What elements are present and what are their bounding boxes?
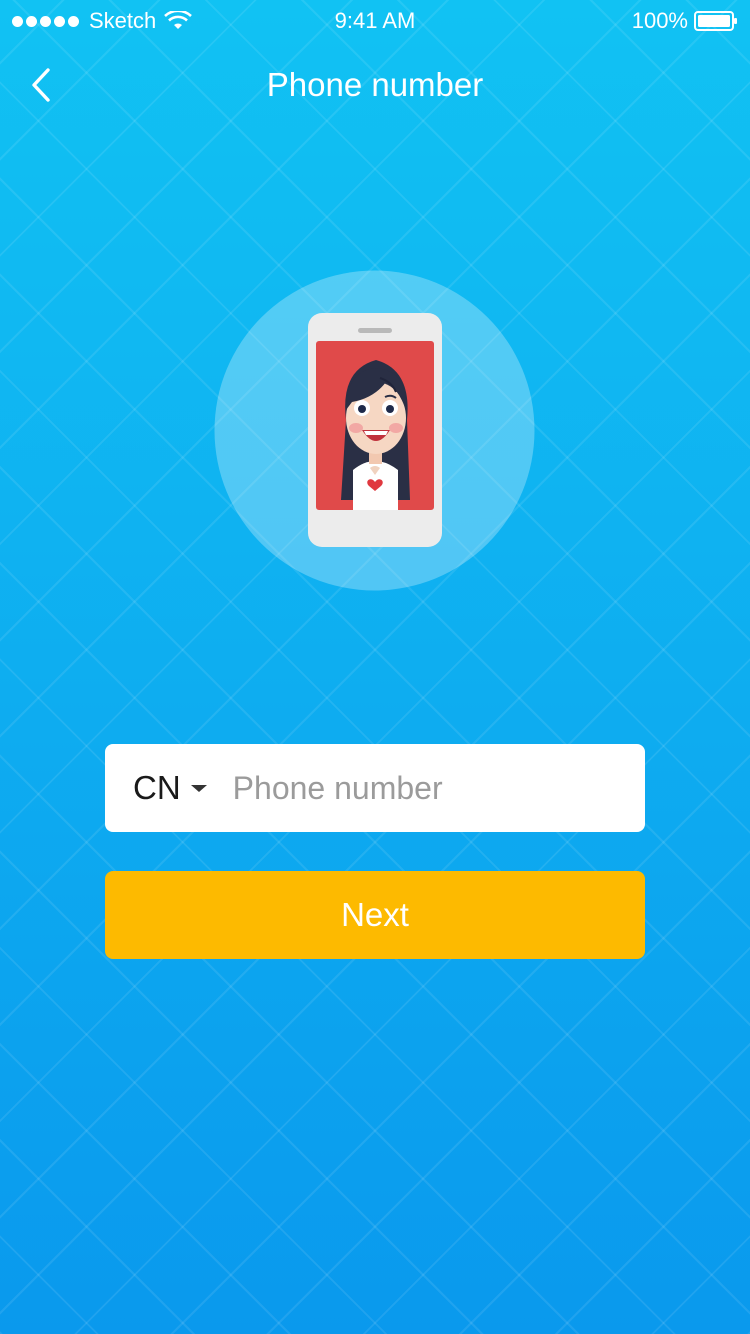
phone-number-input[interactable] <box>206 744 655 832</box>
phone-avatar-illustration <box>214 270 535 591</box>
phone-speaker <box>358 328 392 333</box>
next-button[interactable]: Next <box>105 871 645 959</box>
page-title: Phone number <box>266 66 484 103</box>
caret-down-icon <box>190 784 207 792</box>
country-code-select[interactable]: CN <box>105 744 207 832</box>
battery-icon <box>694 11 737 31</box>
nav-bar: Phone number <box>0 60 750 110</box>
phone-form: CN <box>105 744 655 832</box>
status-right: 100% <box>632 8 738 34</box>
battery-percent: 100% <box>631 8 688 33</box>
status-bar: Sketch 9:41 AM 100% <box>0 0 750 40</box>
country-code-value: CN <box>133 769 181 806</box>
